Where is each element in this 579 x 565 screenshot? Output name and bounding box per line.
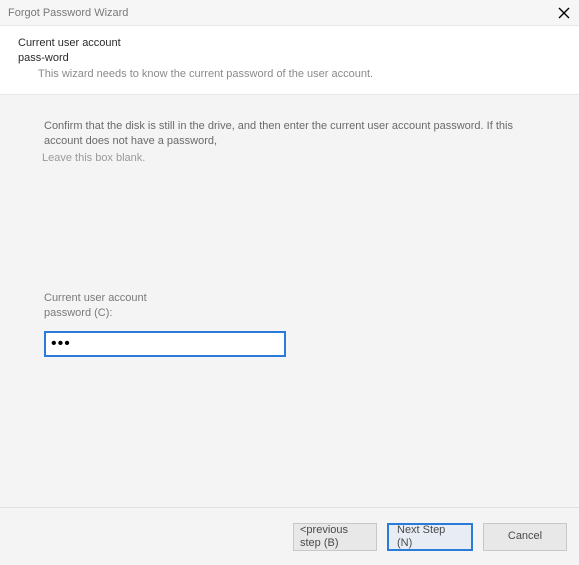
instruction-text-1: Confirm that the disk is still in the dr… <box>44 119 535 150</box>
wizard-window: Forgot Password Wizard Current user acco… <box>0 0 579 565</box>
wizard-header: Current user account pass-word This wiza… <box>0 26 579 95</box>
instruction-text-2: Leave this box blank. <box>42 151 535 166</box>
window-title: Forgot Password Wizard <box>8 7 128 19</box>
close-icon[interactable] <box>557 6 571 20</box>
previous-button-label: <previous step (B) <box>300 524 370 549</box>
titlebar: Forgot Password Wizard <box>0 0 579 26</box>
cancel-button-label: Cancel <box>508 530 542 543</box>
next-button-label: Next Step (N) <box>397 524 463 549</box>
wizard-footer: <previous step (B) Next Step (N) Cancel <box>0 507 579 565</box>
wizard-heading: Current user account pass-word <box>18 36 148 66</box>
wizard-subheading: This wizard needs to know the current pa… <box>18 68 561 80</box>
cancel-button[interactable]: Cancel <box>483 523 567 551</box>
password-input[interactable] <box>44 331 286 357</box>
password-field-block: Current user account password (C): <box>44 291 535 357</box>
wizard-body: Confirm that the disk is still in the dr… <box>0 95 579 507</box>
password-label: Current user account password (C): <box>44 291 184 321</box>
previous-button[interactable]: <previous step (B) <box>293 523 377 551</box>
next-button[interactable]: Next Step (N) <box>387 523 473 551</box>
